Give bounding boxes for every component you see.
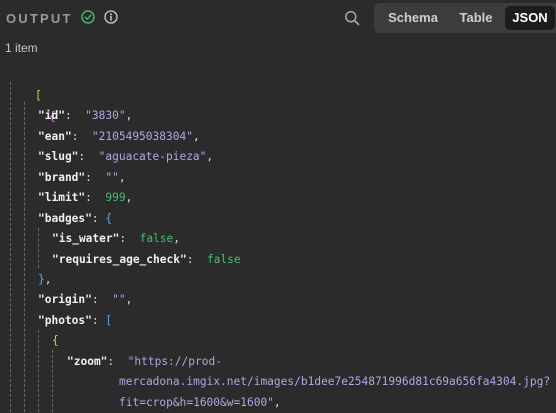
json-viewer[interactable]: [ { "id": "3830", "ean": "2105495038304"…	[0, 64, 556, 412]
tab-schema[interactable]: Schema	[376, 6, 450, 30]
indent-guide	[38, 228, 39, 268]
item-count: 1 item	[5, 41, 38, 55]
json-line: "slug": "aguacate-pieza",	[38, 150, 214, 163]
json-line: [	[34, 89, 42, 102]
json-line: "ean": "2105495038304",	[38, 130, 200, 143]
json-line: },	[38, 273, 52, 286]
json-line: "photos": [	[38, 314, 113, 327]
indent-guide	[24, 102, 25, 412]
output-header: OUTPUT Schema Table JSON	[0, 0, 556, 36]
json-line: "badges": {	[38, 212, 113, 225]
indent-guide	[10, 82, 11, 412]
json-line: "is_water": false,	[52, 232, 181, 245]
view-tabs: Schema Table JSON	[374, 3, 556, 33]
indent-guide	[38, 330, 39, 412]
indent-guide	[52, 350, 53, 412]
json-line: "id": "3830",	[38, 109, 133, 122]
panel-title: OUTPUT	[6, 11, 73, 26]
json-line: {	[52, 334, 59, 347]
check-circle-icon	[81, 10, 95, 24]
json-line: fit=crop&h=1600&w=1600",	[119, 396, 281, 409]
json-line: "requires_age_check": false	[52, 253, 241, 266]
json-line: "brand": "",	[38, 171, 126, 184]
tab-json[interactable]: JSON	[505, 6, 555, 30]
json-line: mercadona.imgix.net/images/b1dee7e254871…	[119, 375, 551, 388]
json-line: "zoom": "https://prod-	[67, 355, 222, 368]
json-line: "limit": 999,	[38, 191, 133, 204]
search-icon[interactable]	[344, 10, 360, 26]
info-icon[interactable]	[104, 10, 118, 24]
tab-table[interactable]: Table	[450, 6, 502, 30]
json-line: {	[48, 110, 56, 123]
json-line: "origin": "",	[38, 293, 133, 306]
